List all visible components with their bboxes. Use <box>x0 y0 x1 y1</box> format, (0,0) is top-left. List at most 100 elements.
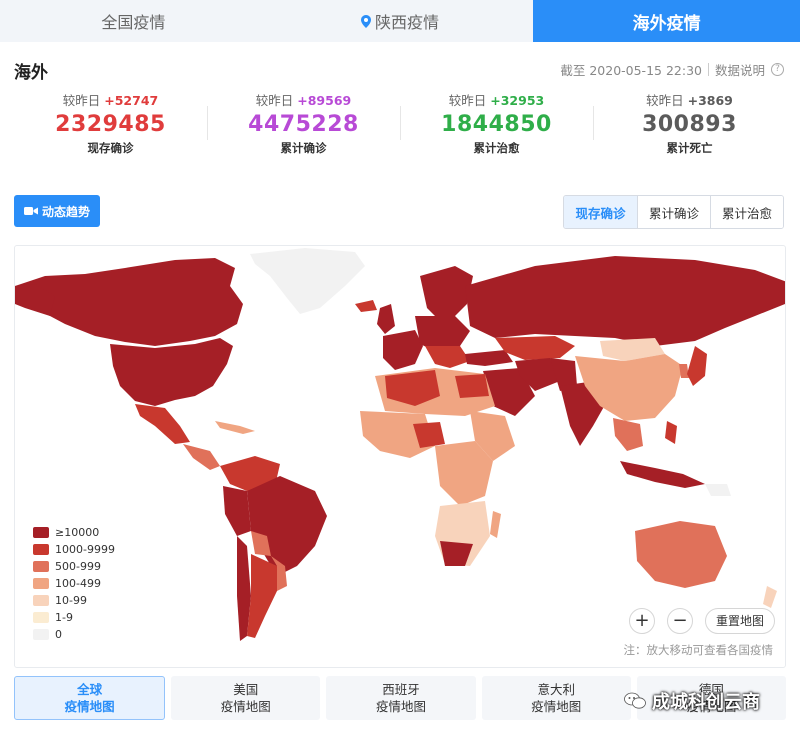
delta-value: +52747 <box>104 93 159 108</box>
stat-label: 累计确诊 <box>280 141 327 155</box>
legend-item: 1000-9999 <box>33 541 115 558</box>
legend-label: 1000-9999 <box>55 543 115 556</box>
world-map-panel[interactable]: ≥10000 1000-9999 500-999 100-499 10-99 1… <box>14 245 786 668</box>
delta-value: +32953 <box>490 93 545 108</box>
country-uk <box>377 304 395 334</box>
tab-shaanxi-label: 陕西疫情 <box>375 13 440 32</box>
watermark-text: 成城科创云商 <box>652 692 760 713</box>
country-mexico <box>135 404 190 444</box>
stat-label: 现存确诊 <box>87 141 134 155</box>
legend-item: 0 <box>33 626 115 643</box>
legend-label: 10-99 <box>55 594 87 607</box>
segment-total-recovered[interactable]: 累计治愈 <box>710 196 783 228</box>
country-papua <box>705 484 731 496</box>
stat-delta: 较昨日 +3869 <box>593 92 786 110</box>
stat-label: 累计死亡 <box>666 141 713 155</box>
country-peru <box>223 486 251 536</box>
stat-delta: 较昨日 +32953 <box>400 92 593 110</box>
delta-label: 较昨日 <box>646 93 684 108</box>
country-korea <box>679 364 689 378</box>
country-turkey <box>465 350 513 366</box>
legend-item: 1-9 <box>33 609 115 626</box>
legend-label: 500-999 <box>55 560 101 573</box>
stat-delta: 较昨日 +89569 <box>207 92 400 110</box>
legend-item: 100-499 <box>33 575 115 592</box>
delta-label: 较昨日 <box>448 93 487 108</box>
stat-value: 300893 <box>642 112 737 137</box>
legend-item: 10-99 <box>33 592 115 609</box>
watermark: 成城科创云商 <box>624 688 760 714</box>
legend-item: ≥10000 <box>33 524 115 541</box>
stats-summary: 较昨日 +52747 2329485 现存确诊 较昨日 +89569 44752… <box>14 92 786 164</box>
tab-shaanxi[interactable]: 陕西疫情 <box>267 0 534 42</box>
stat-value: 1844850 <box>441 112 552 137</box>
tab-line2: 疫情地图 <box>531 699 582 714</box>
country-egypt <box>455 374 489 398</box>
metric-segmented-control: 现存确诊 累计确诊 累计治愈 <box>563 195 784 229</box>
as-of-timestamp: 截至 2020-05-15 22:30 <box>560 63 702 78</box>
tab-italy-map[interactable]: 意大利 疫情地图 <box>481 676 631 720</box>
tab-line1: 意大利 <box>537 682 575 697</box>
country-central-europe <box>415 316 470 351</box>
stat-label: 累计治愈 <box>473 141 520 155</box>
legend-swatch <box>33 527 49 538</box>
central-america <box>183 444 220 470</box>
segment-total-confirmed[interactable]: 累计确诊 <box>637 196 710 228</box>
zoom-out-button[interactable]: − <box>667 608 693 634</box>
tab-overseas-label: 海外疫情 <box>632 13 701 34</box>
country-madagascar <box>490 511 501 538</box>
update-info: 截至 2020-05-15 22:30 数据说明 ? <box>560 60 784 79</box>
stat-value: 2329485 <box>55 112 166 137</box>
country-italy-balkans <box>425 346 470 368</box>
tab-line1: 全球 <box>77 682 103 697</box>
country-iceland <box>355 300 377 312</box>
country-france-spain <box>383 330 423 370</box>
country-philippines <box>665 421 677 444</box>
tab-national[interactable]: 全国疫情 <box>0 0 267 42</box>
caribbean <box>215 421 255 434</box>
legend-item: 500-999 <box>33 558 115 575</box>
segment-current-confirmed[interactable]: 现存确诊 <box>564 196 637 228</box>
tab-spain-map[interactable]: 西班牙 疫情地图 <box>326 676 476 720</box>
tab-usa-map[interactable]: 美国 疫情地图 <box>171 676 321 720</box>
country-indonesia <box>620 461 705 488</box>
trend-button-label: 动态趋势 <box>41 204 90 219</box>
delta-label: 较昨日 <box>255 93 294 108</box>
tab-national-label: 全国疫情 <box>101 13 166 32</box>
country-scandinavia <box>420 266 473 321</box>
video-camera-icon <box>23 207 38 215</box>
legend-swatch <box>33 612 49 623</box>
legend-swatch <box>33 544 49 555</box>
zoom-in-button[interactable]: + <box>629 608 655 634</box>
legend-label: 100-499 <box>55 577 101 590</box>
legend-swatch <box>33 595 49 606</box>
country-australia <box>635 521 727 588</box>
tab-line1: 美国 <box>233 682 259 697</box>
page-title: 海外 <box>14 63 48 83</box>
map-legend: ≥10000 1000-9999 500-999 100-499 10-99 1… <box>33 524 115 643</box>
country-japan <box>687 346 707 386</box>
tab-line2: 疫情地图 <box>376 699 427 714</box>
country-russia <box>465 256 785 346</box>
tab-overseas[interactable]: 海外疫情 <box>533 0 800 42</box>
country-southeast-asia <box>613 418 643 451</box>
world-map[interactable] <box>15 246 786 668</box>
tab-line1: 西班牙 <box>382 682 420 697</box>
wechat-icon <box>624 692 646 709</box>
help-icon[interactable]: ? <box>771 63 784 76</box>
divider <box>707 63 709 76</box>
stat-total-deaths: 较昨日 +3869 300893 累计死亡 <box>593 92 786 164</box>
tab-global-map[interactable]: 全球 疫情地图 <box>14 676 166 720</box>
data-note-link[interactable]: 数据说明 <box>715 60 765 79</box>
delta-label: 较昨日 <box>62 93 101 108</box>
country-greenland <box>250 248 365 314</box>
reset-map-button[interactable]: 重置地图 <box>705 608 775 634</box>
legend-label: 1-9 <box>55 611 73 624</box>
delta-value: +3869 <box>687 93 733 108</box>
tab-line2: 疫情地图 <box>64 699 115 714</box>
stat-current-confirmed: 较昨日 +52747 2329485 现存确诊 <box>14 92 207 164</box>
dynamic-trend-button[interactable]: 动态趋势 <box>14 195 100 227</box>
stat-value: 4475228 <box>248 112 359 137</box>
legend-label: 0 <box>55 628 62 641</box>
stat-delta: 较昨日 +52747 <box>14 92 207 110</box>
